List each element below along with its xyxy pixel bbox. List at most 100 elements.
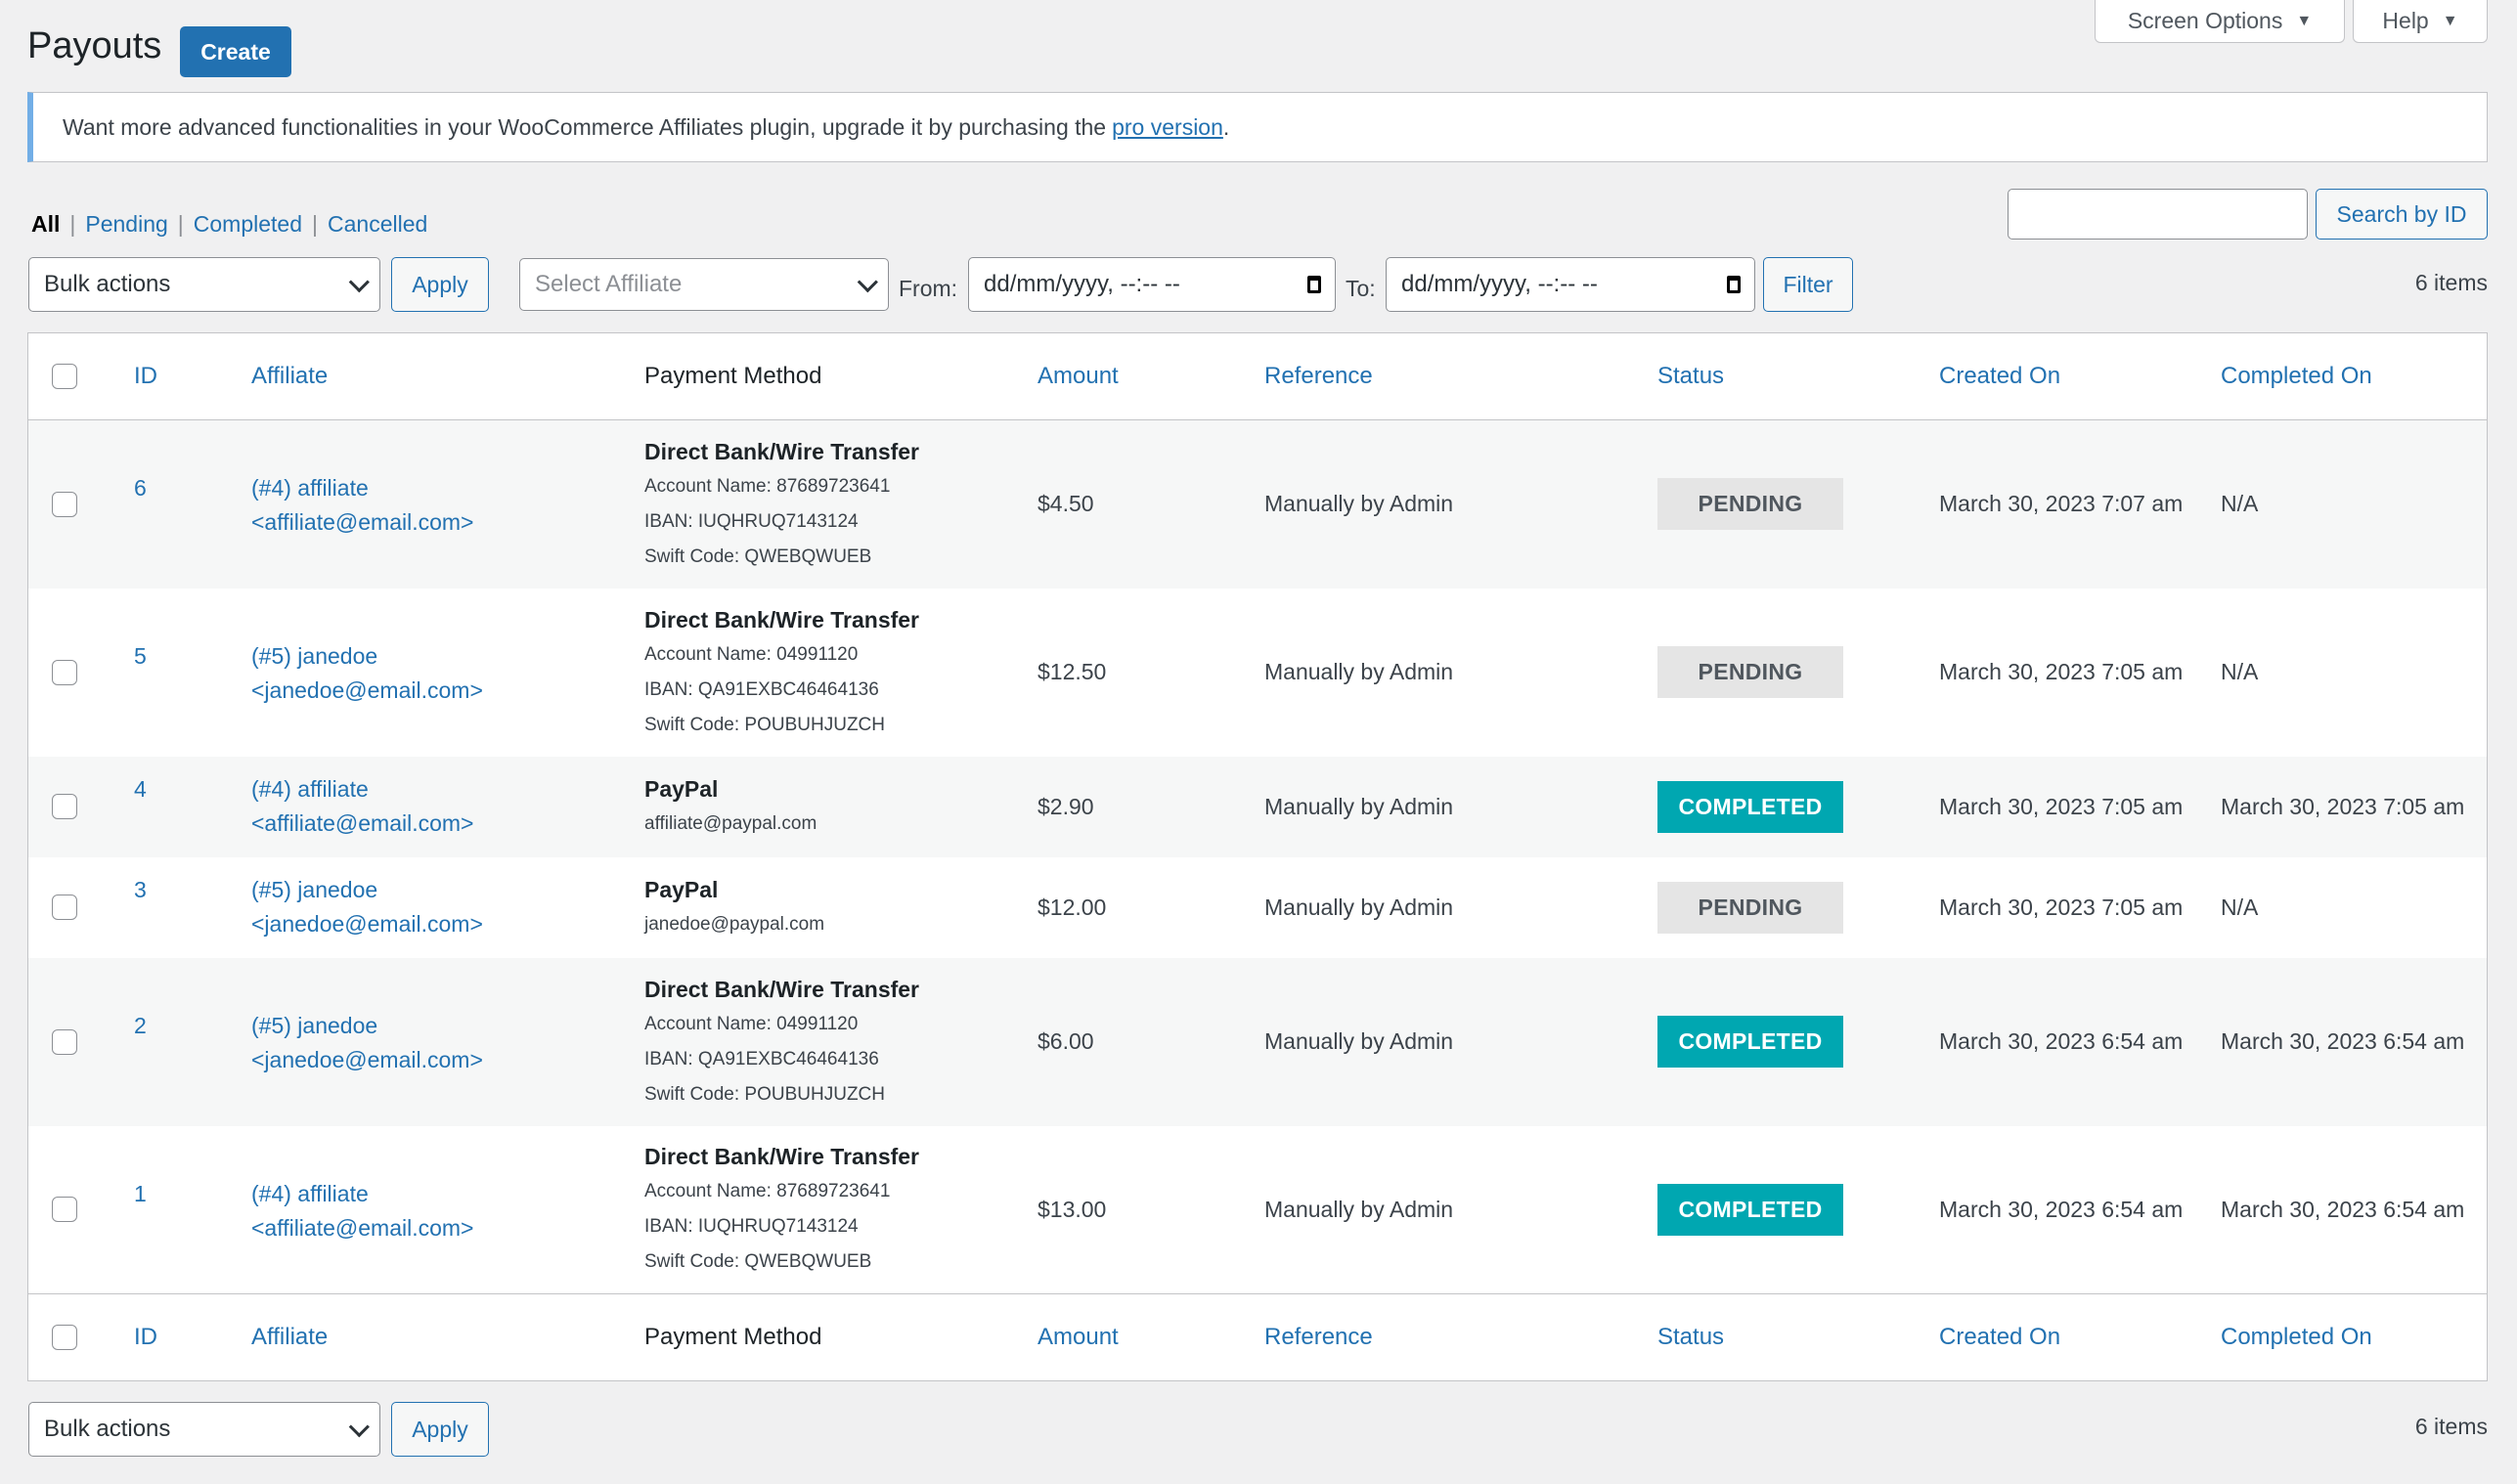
- row-checkbox[interactable]: [52, 491, 77, 517]
- affiliate-email: <janedoe@email.com>: [251, 677, 483, 703]
- column-id[interactable]: ID: [134, 333, 251, 420]
- from-date-input[interactable]: dd/mm/yyyy, --:-- --: [968, 257, 1336, 312]
- affiliate-email: <affiliate@email.com>: [251, 809, 474, 836]
- screen-options-button[interactable]: Screen Options ▼: [2095, 0, 2345, 43]
- filter-button[interactable]: Filter: [1763, 257, 1853, 312]
- affiliate-link[interactable]: (#5) janedoe <janedoe@email.com>: [251, 1009, 644, 1077]
- payment-detail: IBAN: QA91EXBC46464136: [644, 1048, 879, 1069]
- view-completed[interactable]: Completed: [194, 211, 302, 238]
- column-completed-on[interactable]: Completed On: [2221, 1294, 2487, 1381]
- affiliate-select[interactable]: Select Affiliate: [519, 258, 889, 311]
- column-created-on[interactable]: Created On: [1939, 1294, 2221, 1381]
- caret-down-icon: ▼: [2296, 12, 2313, 29]
- select-all-checkbox[interactable]: [52, 364, 77, 389]
- reference: Manually by Admin: [1264, 894, 1454, 920]
- payment-detail: Account Name: 87689723641: [644, 1181, 891, 1202]
- row-checkbox[interactable]: [52, 1028, 77, 1055]
- table-footer-row: ID Affiliate Payment Method Amount Refer…: [28, 1293, 2487, 1381]
- caret-down-icon: ▼: [2442, 12, 2458, 29]
- created-on: March 30, 2023 7:07 am: [1939, 491, 2184, 517]
- payout-id[interactable]: 4: [134, 757, 251, 857]
- payment-detail: Account Name: 04991120: [644, 643, 859, 665]
- apply-button[interactable]: Apply: [391, 257, 489, 312]
- reference: Manually by Admin: [1264, 1196, 1454, 1222]
- row-checkbox[interactable]: [52, 794, 77, 819]
- reference: Manually by Admin: [1264, 659, 1454, 684]
- payment-method-cell: PayPal affiliate@paypal.com: [644, 757, 1038, 857]
- separator: |: [312, 211, 318, 237]
- payment-method-cell: Direct Bank/Wire Transfer Account Name: …: [644, 589, 1038, 757]
- help-button[interactable]: Help ▼: [2353, 0, 2488, 43]
- payout-id[interactable]: 3: [134, 857, 251, 958]
- affiliate-link[interactable]: (#4) affiliate <affiliate@email.com>: [251, 1177, 644, 1245]
- bulk-actions-select[interactable]: Bulk actions: [28, 257, 380, 312]
- payment-detail: Swift Code: QWEBQWUEB: [644, 546, 872, 567]
- created-on: March 30, 2023 6:54 am: [1939, 1028, 2184, 1054]
- completed-on: March 30, 2023 6:54 am: [2221, 1196, 2465, 1222]
- search-input[interactable]: [2008, 189, 2308, 240]
- row-checkbox[interactable]: [52, 659, 77, 685]
- view-all[interactable]: All: [31, 211, 60, 238]
- search-by-id-button[interactable]: Search by ID: [2316, 189, 2488, 240]
- payment-detail: IBAN: IUQHRUQ7143124: [644, 1216, 859, 1238]
- affiliate-link[interactable]: (#4) affiliate <affiliate@email.com>: [251, 471, 644, 540]
- payment-method-cell: Direct Bank/Wire Transfer Account Name: …: [644, 1126, 1038, 1294]
- bulk-actions-select-bottom[interactable]: Bulk actions: [28, 1402, 380, 1457]
- column-reference[interactable]: Reference: [1264, 333, 1657, 420]
- completed-on: N/A: [2221, 659, 2259, 684]
- affiliate-link[interactable]: (#4) affiliate <affiliate@email.com>: [251, 772, 644, 841]
- payment-detail: affiliate@paypal.com: [644, 813, 817, 834]
- payout-id[interactable]: 2: [134, 958, 251, 1126]
- column-affiliate[interactable]: Affiliate: [251, 1294, 644, 1381]
- affiliate-link[interactable]: (#5) janedoe <janedoe@email.com>: [251, 639, 644, 708]
- created-on: March 30, 2023 7:05 am: [1939, 659, 2184, 684]
- column-created-on[interactable]: Created On: [1939, 333, 2221, 420]
- create-button[interactable]: Create: [180, 26, 291, 77]
- affiliate-name: (#5) janedoe: [251, 1012, 378, 1038]
- bulk-actions-value: Bulk actions: [44, 1416, 171, 1442]
- column-amount[interactable]: Amount: [1038, 333, 1264, 420]
- column-payment-method: Payment Method: [644, 363, 822, 389]
- affiliate-link[interactable]: (#5) janedoe <janedoe@email.com>: [251, 873, 644, 941]
- payout-id[interactable]: 5: [134, 589, 251, 757]
- select-all-checkbox-footer[interactable]: [52, 1325, 77, 1350]
- apply-button-bottom[interactable]: Apply: [391, 1402, 489, 1457]
- status-badge: PENDING: [1657, 881, 1843, 934]
- column-status[interactable]: Status: [1657, 333, 1939, 420]
- affiliate-name: (#5) janedoe: [251, 642, 378, 669]
- payment-method-title: Direct Bank/Wire Transfer: [644, 606, 920, 633]
- table-row: 5 (#5) janedoe <janedoe@email.com> Direc…: [28, 589, 2487, 757]
- amount: $12.00: [1038, 894, 1107, 920]
- status-badge: PENDING: [1657, 478, 1843, 531]
- payment-method-cell: PayPal janedoe@paypal.com: [644, 857, 1038, 958]
- affiliate-email: <janedoe@email.com>: [251, 1046, 483, 1072]
- column-status[interactable]: Status: [1657, 1294, 1939, 1381]
- payout-id[interactable]: 6: [134, 420, 251, 589]
- affiliate-email: <affiliate@email.com>: [251, 509, 474, 535]
- payment-detail: Swift Code: POUBUHJUZCH: [644, 1083, 885, 1105]
- payment-detail: IBAN: IUQHRUQ7143124: [644, 510, 859, 532]
- completed-on: March 30, 2023 7:05 am: [2221, 793, 2465, 819]
- upgrade-notice: Want more advanced functionalities in yo…: [27, 92, 2488, 162]
- payment-detail: Swift Code: POUBUHJUZCH: [644, 714, 885, 735]
- to-date-input[interactable]: dd/mm/yyyy, --:-- --: [1386, 257, 1755, 312]
- column-completed-on[interactable]: Completed On: [2221, 333, 2487, 420]
- view-cancelled[interactable]: Cancelled: [328, 211, 427, 238]
- calendar-icon[interactable]: [1727, 276, 1741, 293]
- amount: $13.00: [1038, 1196, 1107, 1222]
- calendar-icon[interactable]: [1307, 276, 1321, 293]
- created-on: March 30, 2023 7:05 am: [1939, 793, 2184, 819]
- column-id[interactable]: ID: [134, 1294, 251, 1381]
- view-pending[interactable]: Pending: [85, 211, 167, 238]
- pro-version-link[interactable]: pro version: [1112, 114, 1223, 141]
- column-affiliate[interactable]: Affiliate: [251, 333, 644, 420]
- payout-id[interactable]: 1: [134, 1126, 251, 1294]
- row-checkbox[interactable]: [52, 895, 77, 920]
- payment-method-cell: Direct Bank/Wire Transfer Account Name: …: [644, 420, 1038, 589]
- reference: Manually by Admin: [1264, 491, 1454, 517]
- column-reference[interactable]: Reference: [1264, 1294, 1657, 1381]
- column-amount[interactable]: Amount: [1038, 1294, 1264, 1381]
- payment-detail: IBAN: QA91EXBC46464136: [644, 678, 879, 700]
- row-checkbox[interactable]: [52, 1197, 77, 1223]
- table-row: 3 (#5) janedoe <janedoe@email.com> PayPa…: [28, 857, 2487, 958]
